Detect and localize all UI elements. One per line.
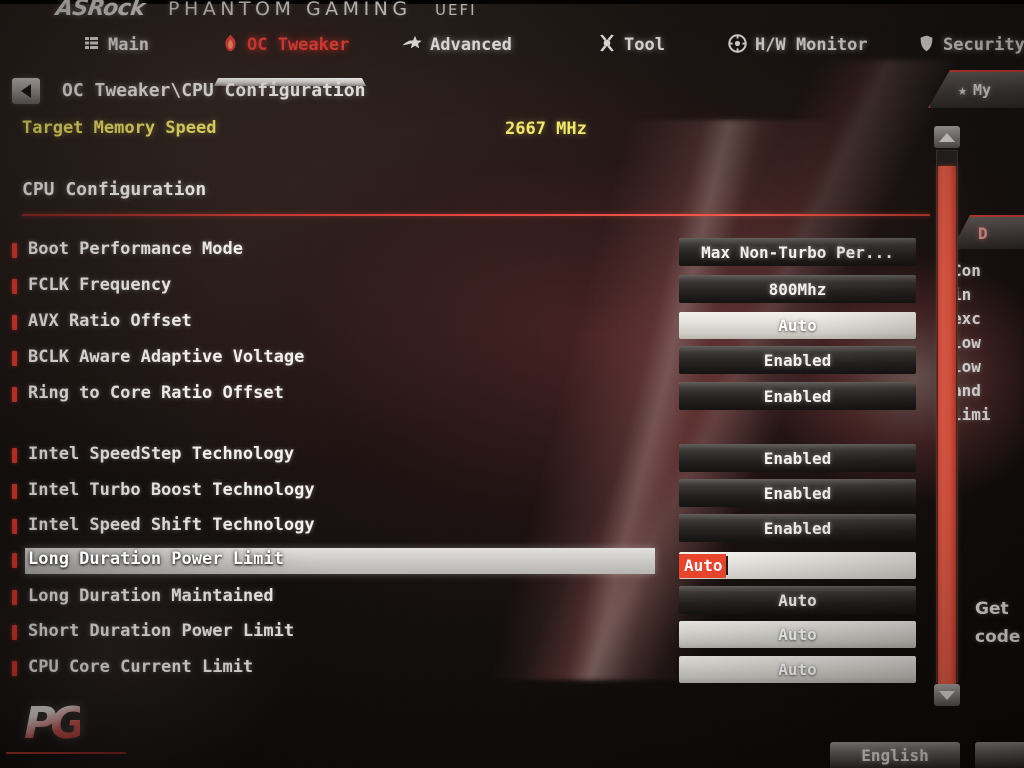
setting-row[interactable]: Long Duration Maintained bbox=[10, 585, 660, 611]
setting-row[interactable]: Intel Speed Shift Technology bbox=[10, 514, 660, 540]
setting-row[interactable]: Boot Performance Mode bbox=[10, 238, 660, 264]
setting-row[interactable]: AVX Ratio Offset bbox=[10, 310, 660, 336]
bullet-icon bbox=[12, 661, 17, 676]
setting-row[interactable]: FCLK Frequency bbox=[10, 274, 660, 300]
setting-label: Long Duration Maintained bbox=[28, 586, 274, 606]
bullet-icon bbox=[12, 315, 17, 330]
setting-row[interactable]: Intel SpeedStep Technology bbox=[10, 443, 660, 469]
text-caret bbox=[725, 556, 728, 575]
scroll-down-glyph bbox=[939, 690, 955, 700]
setting-value-button[interactable]: Enabled bbox=[679, 444, 916, 472]
setting-value-input[interactable]: Auto bbox=[679, 552, 916, 579]
bullet-icon bbox=[12, 387, 17, 402]
setting-row[interactable]: Short Duration Power Limit bbox=[10, 620, 660, 646]
bullet-icon bbox=[12, 590, 17, 605]
scroll-down-icon[interactable] bbox=[934, 684, 960, 706]
my-favorite-label: My bbox=[973, 81, 992, 99]
hint-text: Get code bbox=[975, 599, 1021, 647]
description-panel-header: D bbox=[952, 215, 1024, 249]
bullet-icon bbox=[12, 625, 17, 640]
scroll-up-icon[interactable] bbox=[934, 126, 960, 148]
setting-value-button[interactable]: Enabled bbox=[679, 479, 916, 507]
description-panel-title: D bbox=[978, 223, 988, 243]
language-button[interactable]: English bbox=[830, 742, 960, 768]
bullet-icon bbox=[12, 484, 17, 499]
setting-value-button[interactable]: Max Non-Turbo Per... bbox=[679, 238, 916, 266]
bullet-icon bbox=[12, 553, 17, 568]
setting-label: Boot Performance Mode bbox=[28, 239, 243, 259]
bullet-icon bbox=[12, 351, 17, 366]
scroll-up-glyph bbox=[939, 132, 955, 142]
setting-value-button[interactable]: Auto bbox=[679, 312, 916, 339]
description-panel: D Con in exc low low and limi bbox=[952, 215, 1024, 455]
setting-label: AVX Ratio Offset bbox=[28, 311, 192, 331]
vertical-scrollbar[interactable] bbox=[934, 126, 960, 706]
setting-row[interactable]: Long Duration Power Limit bbox=[10, 548, 660, 574]
setting-value-button[interactable]: Enabled bbox=[679, 382, 916, 410]
setting-label: Short Duration Power Limit bbox=[28, 621, 295, 641]
setting-row[interactable]: Ring to Core Ratio Offset bbox=[10, 382, 660, 408]
setting-label: Ring to Core Ratio Offset bbox=[28, 383, 284, 403]
setting-value-button[interactable]: Auto bbox=[679, 586, 916, 614]
bullet-icon bbox=[12, 279, 17, 294]
star-icon: ★ bbox=[958, 81, 968, 99]
setting-row[interactable]: Intel Turbo Boost Technology bbox=[10, 479, 660, 505]
setting-row[interactable]: CPU Core Current Limit bbox=[10, 656, 660, 682]
setting-value-button[interactable]: Enabled bbox=[679, 346, 916, 374]
scrollbar-thumb[interactable] bbox=[938, 166, 956, 688]
setting-label: BCLK Aware Adaptive Voltage bbox=[28, 347, 305, 367]
setting-label: CPU Core Current Limit bbox=[28, 657, 254, 677]
setting-value-button[interactable]: Auto bbox=[679, 621, 916, 648]
setting-label: Intel SpeedStep Technology bbox=[28, 444, 295, 464]
bottom-bar: English bbox=[0, 742, 1024, 768]
settings-list: Boot Performance Mode Max Non-Turbo Per..… bbox=[0, 0, 1024, 768]
uefi-bios-screen: ASRock PHANTOM GAMING UEFI Main OC Tweak… bbox=[0, 0, 1024, 768]
setting-value-button[interactable]: Auto bbox=[679, 656, 916, 683]
setting-row[interactable]: BCLK Aware Adaptive Voltage bbox=[10, 346, 660, 372]
description-panel-body: Con in exc low low and limi bbox=[952, 261, 991, 424]
bottom-extra-button[interactable] bbox=[975, 742, 1024, 768]
selected-value-text: Auto bbox=[679, 553, 726, 578]
setting-value-button[interactable]: 800Mhz bbox=[679, 275, 916, 303]
setting-label: Long Duration Power Limit bbox=[28, 549, 284, 569]
bullet-icon bbox=[12, 448, 17, 463]
setting-label: FCLK Frequency bbox=[28, 275, 172, 295]
setting-value-button[interactable]: Enabled bbox=[679, 514, 916, 542]
bullet-icon bbox=[12, 519, 17, 534]
setting-label: Intel Speed Shift Technology bbox=[28, 515, 315, 535]
setting-label: Intel Turbo Boost Technology bbox=[28, 480, 315, 500]
bullet-icon bbox=[12, 243, 17, 258]
